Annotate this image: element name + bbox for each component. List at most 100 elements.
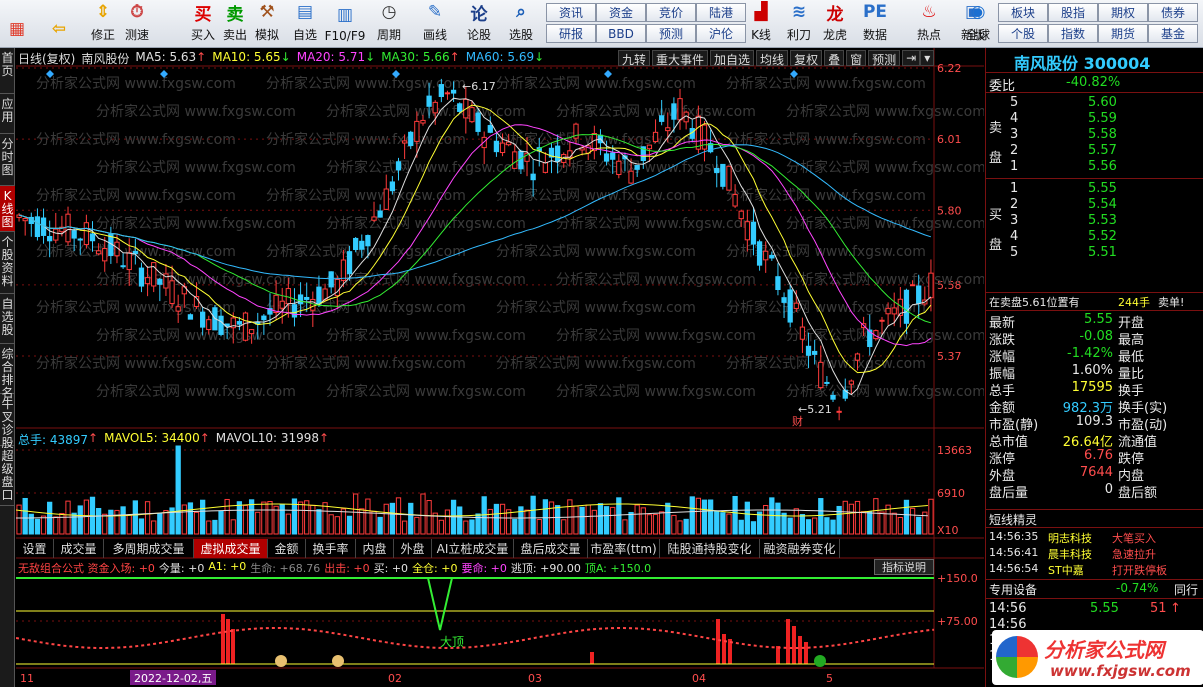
indicator-tab-设置[interactable]: 设置 — [16, 539, 54, 558]
volume-bar-up — [340, 508, 347, 535]
grid-icon: ▦ — [8, 19, 26, 39]
toolbar-button-label: 龙虎 — [822, 28, 847, 42]
quick-link-预测[interactable]: 预测 — [646, 24, 696, 43]
buy-price[interactable]: 5.51 — [1088, 245, 1117, 260]
volume-bar-down — [732, 495, 738, 535]
toolbar-利刀-button[interactable]: ≋ 利刀 — [782, 0, 816, 46]
chart-tool-重大事件[interactable]: 重大事件 — [652, 50, 709, 67]
indicator-tab-盘后成交量[interactable]: 盘后成交量 — [514, 539, 588, 558]
quick-link-陆港[interactable]: 陆港 — [696, 3, 746, 22]
toolbar-模拟-button[interactable]: ⚒ 模拟 — [250, 0, 284, 46]
sell-price[interactable]: 5.56 — [1088, 159, 1117, 174]
chart-tool-窗[interactable]: 窗 — [846, 50, 867, 67]
volume-bar-up — [438, 519, 444, 535]
sell-price[interactable]: 5.58 — [1088, 127, 1117, 142]
sidebar-tab-自选股[interactable]: 自选股 — [0, 294, 15, 344]
indicator-tab-陆股通持股变化[interactable]: 陆股通持股变化 — [660, 539, 760, 558]
quick-link-股指[interactable]: 股指 — [1048, 3, 1098, 22]
indicator-legend-item: 今量: +0 — [158, 562, 205, 575]
buy-price[interactable]: 5.53 — [1088, 213, 1117, 228]
chart-tool-叠[interactable]: 叠 — [824, 50, 845, 67]
quick-link-沪伦[interactable]: 沪伦 — [696, 24, 746, 43]
back-arrow-button[interactable]: ⇦ — [42, 0, 76, 46]
sell-price[interactable]: 5.60 — [1088, 95, 1117, 110]
buy-price[interactable]: 5.55 — [1088, 181, 1117, 196]
sidebar-tab-应用[interactable]: 应用 — [0, 94, 15, 134]
quick-link-期权[interactable]: 期权 — [1098, 3, 1148, 22]
watermark-text: 分析家公式网 www.fxgsw.com — [726, 75, 926, 92]
quick-link-板块[interactable]: 板块 — [998, 3, 1048, 22]
toolbar-周期-button[interactable]: ◷ 周期 — [372, 0, 406, 46]
sidebar-tab-首页[interactable]: 首页 — [0, 48, 15, 94]
kline-chart-svg[interactable]: 6.226.015.805.585.37分析家公式网 www.fxgsw.com… — [16, 48, 984, 687]
indicator-tab-融资融券变化[interactable]: 融资融券变化 — [760, 539, 840, 558]
chart-tool-复权[interactable]: 复权 — [790, 50, 823, 67]
grid-button[interactable]: ▦ — [0, 0, 34, 46]
toolbar-F10/F9-button[interactable]: ▥ F10/F9 — [325, 0, 366, 46]
indicator-tab-虚拟成交量[interactable]: 虚拟成交量 — [194, 539, 268, 558]
buy-level: 1 — [1010, 181, 1019, 196]
period-label[interactable]: 日线(复权) — [18, 50, 75, 66]
chart-tool-九转[interactable]: 九转 — [618, 50, 651, 67]
toolbar-测速-button[interactable]: ⏱ 测速 — [120, 0, 154, 46]
elves-title[interactable]: 短线精灵 — [989, 511, 1037, 528]
sidebar-tab-牛叉诊股[interactable]: 牛叉诊股 — [0, 394, 15, 450]
divider — [986, 598, 1203, 599]
sector-label[interactable]: 专用设备 — [989, 581, 1037, 598]
toolbar-全球-button[interactable]: ◉ 全球 — [958, 0, 998, 46]
toolbar-修正-button[interactable]: ⇕ 修正 — [86, 0, 120, 46]
quick-link-个股[interactable]: 个股 — [998, 24, 1048, 43]
toolbar-论股-button[interactable]: 论论股 — [462, 0, 496, 46]
toolbar-龙虎-button[interactable]: 龙龙虎 — [818, 0, 852, 46]
buy-price[interactable]: 5.54 — [1088, 197, 1117, 212]
volume-bar-down — [689, 496, 695, 535]
quick-link-BBD[interactable]: BBD — [596, 24, 646, 43]
sidebar-tab-K线图[interactable]: K线图 — [0, 186, 15, 232]
quick-link-研报[interactable]: 研报 — [546, 24, 596, 43]
toolbar-K线-button[interactable]: ▟ K线 — [744, 0, 778, 46]
toolbar-选股-button[interactable]: ⌕ 选股 — [504, 0, 538, 46]
quick-link-竞价[interactable]: 竞价 — [646, 3, 696, 22]
volume-bar-down — [554, 505, 561, 535]
toolbar-画线-button[interactable]: ✎ 画线 — [418, 0, 452, 46]
sidebar-tab-超级盘口[interactable]: 超级盘口 — [0, 446, 15, 506]
toolbar-卖出-button[interactable]: 卖卖出 — [218, 0, 252, 46]
volume-bar-up — [695, 497, 702, 535]
chart-tool-均线[interactable]: 均线 — [756, 50, 789, 67]
quick-link-指数[interactable]: 指数 — [1048, 24, 1098, 43]
quick-link-期货[interactable]: 期货 — [1098, 24, 1148, 43]
toolbar-自选-button[interactable]: ▤ 自选 — [288, 0, 322, 46]
buy-price[interactable]: 5.52 — [1088, 229, 1117, 244]
peer-tab[interactable]: 同行 — [1174, 581, 1198, 598]
indicator-tab-外盘[interactable]: 外盘 — [394, 539, 432, 558]
volume-bar-up — [860, 511, 867, 535]
sidebar-tab-个股资料[interactable]: 个股资料 — [0, 232, 15, 294]
quick-link-债券[interactable]: 债券 — [1148, 3, 1198, 22]
indicator-tab-换手率[interactable]: 换手率 — [306, 539, 356, 558]
elf-stock[interactable]: 晨丰科技 — [1048, 546, 1092, 562]
quick-link-资金[interactable]: 资金 — [596, 3, 646, 22]
indicator-tab-市盈率(ttm)[interactable]: 市盈率(ttm) — [588, 539, 660, 558]
indicator-tab-AI立桩成交量[interactable]: AI立桩成交量 — [432, 539, 514, 558]
quick-link-资讯[interactable]: 资讯 — [546, 3, 596, 22]
sell-price[interactable]: 5.57 — [1088, 143, 1117, 158]
toolbar-热点-button[interactable]: ♨ 热点 — [912, 0, 946, 46]
indicator-tab-内盘[interactable]: 内盘 — [356, 539, 394, 558]
quick-link-基金[interactable]: 基金 — [1148, 24, 1198, 43]
sidebar-tab-分时图[interactable]: 分时图 — [0, 134, 15, 186]
chart-menu-icon[interactable]: ▾ — [920, 50, 935, 66]
indicator-tab-成交量[interactable]: 成交量 — [54, 539, 104, 558]
elf-stock[interactable]: ST中嘉 — [1048, 562, 1084, 578]
toolbar-买入-button[interactable]: 买买入 — [186, 0, 220, 46]
candle-up — [567, 150, 573, 159]
sidebar-tab-综合排名[interactable]: 综合排名 — [0, 344, 15, 400]
toolbar-数据-button[interactable]: PE 数据 — [858, 0, 892, 46]
indicator-tab-金额[interactable]: 金额 — [268, 539, 306, 558]
chart-toolbar-icon[interactable]: ⇥ — [902, 50, 921, 66]
indicator-tab-多周期成交量[interactable]: 多周期成交量 — [104, 539, 194, 558]
chart-tool-加自选[interactable]: 加自选 — [710, 50, 755, 67]
sell-price[interactable]: 5.59 — [1088, 111, 1117, 126]
indicator-help-button[interactable]: 指标说明 — [874, 559, 934, 575]
elf-stock[interactable]: 明志科技 — [1048, 530, 1092, 546]
chart-tool-预测[interactable]: 预测 — [868, 50, 901, 67]
